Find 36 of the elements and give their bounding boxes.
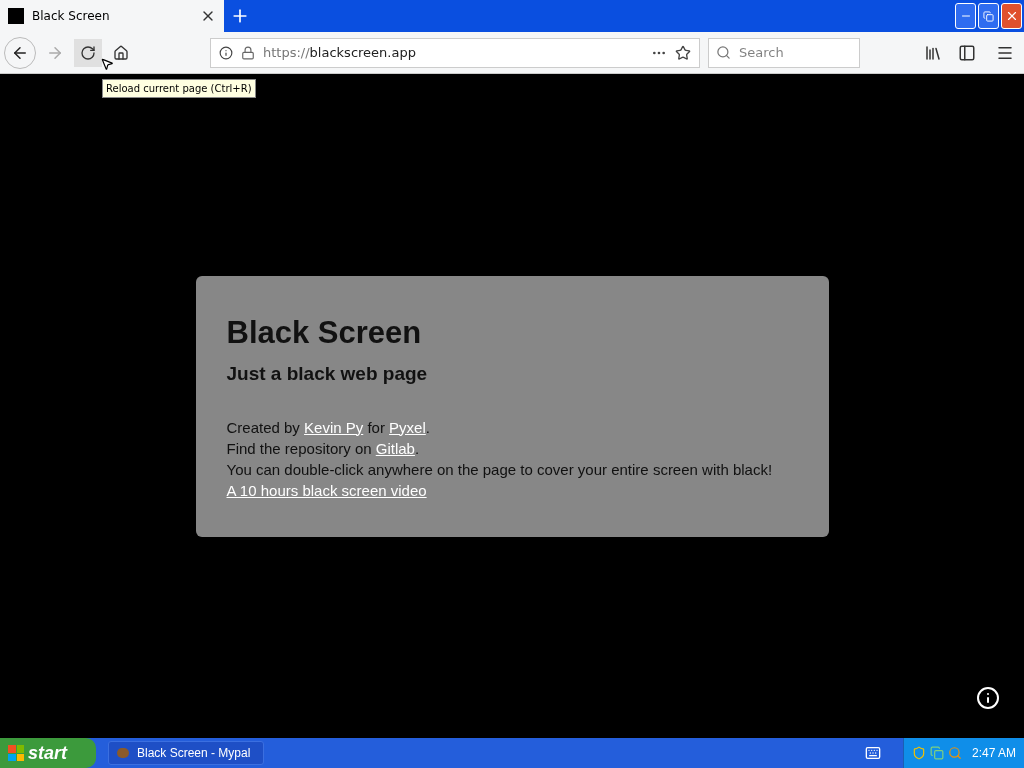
search-field[interactable]: Search	[708, 37, 860, 68]
reload-button[interactable]	[74, 38, 102, 67]
page-subtitle: Just a black web page	[226, 362, 429, 386]
restore-icon	[983, 10, 994, 22]
keyboard-icon[interactable]	[864, 745, 881, 761]
clock: 2:47 AM	[971, 745, 1016, 762]
restore-button[interactable]	[978, 3, 999, 29]
text-link[interactable]: Pyxel	[389, 418, 426, 436]
url-text: https://blackscreen.app	[263, 43, 417, 62]
text-link[interactable]: Kevin Py	[304, 418, 364, 436]
info-icon[interactable]	[219, 45, 233, 60]
library-icon[interactable]	[924, 43, 942, 62]
text-link[interactable]: Gitlab	[375, 439, 415, 457]
address-bar[interactable]: https://blackscreen.app	[210, 37, 700, 68]
favicon-icon	[8, 8, 24, 24]
windows-logo-icon	[8, 745, 24, 761]
bookmark-star-icon[interactable]	[675, 44, 691, 61]
tab-title: Black Screen	[32, 8, 111, 25]
video-link[interactable]: A 10 hours black screen video	[226, 479, 427, 501]
text-line: Created by Kevin Py for Pyxel.	[226, 417, 430, 438]
minimize-button[interactable]	[955, 3, 976, 29]
taskbar-item[interactable]: Black Screen - Mypal	[108, 741, 264, 765]
sidebar-icon[interactable]	[958, 43, 976, 62]
reload-icon	[80, 44, 96, 61]
app-icon	[117, 748, 129, 758]
search-icon	[716, 44, 731, 60]
close-button[interactable]	[1001, 3, 1022, 29]
text-line: Find the repository on Gitlab.	[226, 438, 420, 459]
home-icon	[113, 44, 129, 61]
tooltip: Reload current page (Ctrl+R)	[102, 79, 256, 98]
lock-warning-icon[interactable]	[241, 45, 255, 60]
text-line: You can double-click anywhere on the page to cover your entire screen with black!	[226, 459, 773, 480]
cursor-icon	[100, 57, 114, 71]
page-title: Black Screen	[226, 314, 423, 352]
start-button[interactable]: start	[0, 738, 96, 768]
browser-tab[interactable]: Black Screen	[0, 0, 224, 32]
